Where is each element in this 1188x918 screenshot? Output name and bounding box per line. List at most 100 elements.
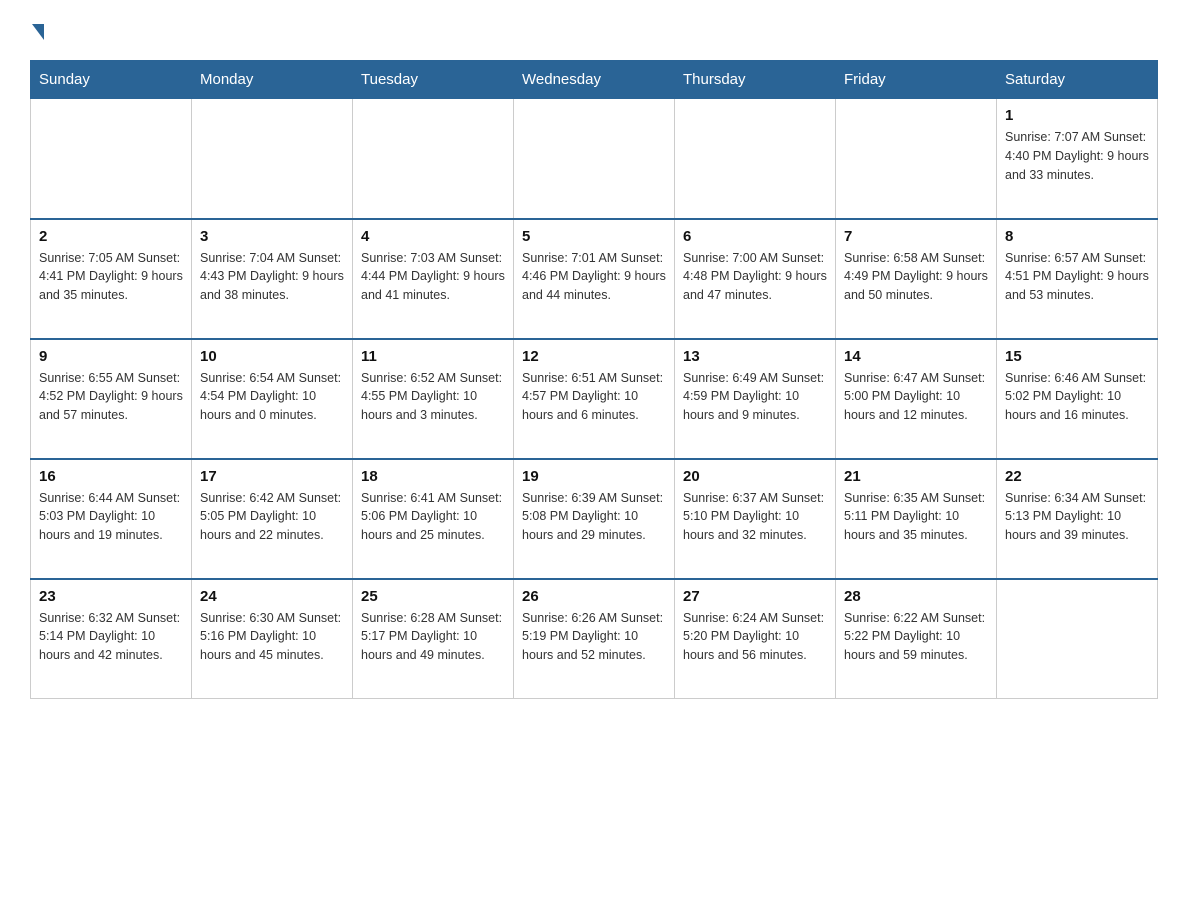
calendar-cell: 16 Sunrise: 6:44 AM Sunset: 5:03 PM Dayli… [31,459,192,579]
day-number: 15 [1005,348,1149,365]
weekday-header-sunday: Sunday [31,61,192,99]
calendar-cell: 26 Sunrise: 6:26 AM Sunset: 5:19 PM Dayli… [514,579,675,699]
calendar-cell: 5 Sunrise: 7:01 AM Sunset: 4:46 PM Daylig… [514,219,675,339]
day-info: Sunrise: 6:26 AM Sunset: 5:19 PM Dayligh… [522,609,666,665]
calendar-cell: 9 Sunrise: 6:55 AM Sunset: 4:52 PM Daylig… [31,339,192,459]
day-number: 27 [683,588,827,605]
calendar-cell: 18 Sunrise: 6:41 AM Sunset: 5:06 PM Dayli… [353,459,514,579]
calendar-cell: 21 Sunrise: 6:35 AM Sunset: 5:11 PM Dayli… [836,459,997,579]
day-number: 6 [683,228,827,245]
day-info: Sunrise: 6:30 AM Sunset: 5:16 PM Dayligh… [200,609,344,665]
day-number: 19 [522,468,666,485]
calendar-cell: 6 Sunrise: 7:00 AM Sunset: 4:48 PM Daylig… [675,219,836,339]
weekday-header-monday: Monday [192,61,353,99]
day-info: Sunrise: 6:57 AM Sunset: 4:51 PM Dayligh… [1005,249,1149,305]
day-number: 14 [844,348,988,365]
day-info: Sunrise: 6:51 AM Sunset: 4:57 PM Dayligh… [522,369,666,425]
day-number: 24 [200,588,344,605]
calendar-cell: 27 Sunrise: 6:24 AM Sunset: 5:20 PM Dayli… [675,579,836,699]
day-info: Sunrise: 6:37 AM Sunset: 5:10 PM Dayligh… [683,489,827,545]
day-info: Sunrise: 6:42 AM Sunset: 5:05 PM Dayligh… [200,489,344,545]
day-info: Sunrise: 6:32 AM Sunset: 5:14 PM Dayligh… [39,609,183,665]
calendar-cell [514,99,675,219]
logo-arrow-icon [32,24,44,40]
calendar-cell: 13 Sunrise: 6:49 AM Sunset: 4:59 PM Dayli… [675,339,836,459]
day-number: 20 [683,468,827,485]
day-info: Sunrise: 7:07 AM Sunset: 4:40 PM Dayligh… [1005,128,1149,184]
calendar-cell: 15 Sunrise: 6:46 AM Sunset: 5:02 PM Dayli… [997,339,1158,459]
day-info: Sunrise: 6:24 AM Sunset: 5:20 PM Dayligh… [683,609,827,665]
day-number: 17 [200,468,344,485]
day-number: 16 [39,468,183,485]
calendar-cell: 10 Sunrise: 6:54 AM Sunset: 4:54 PM Dayli… [192,339,353,459]
day-info: Sunrise: 7:00 AM Sunset: 4:48 PM Dayligh… [683,249,827,305]
day-number: 18 [361,468,505,485]
day-number: 10 [200,348,344,365]
day-info: Sunrise: 6:49 AM Sunset: 4:59 PM Dayligh… [683,369,827,425]
calendar-cell [192,99,353,219]
weekday-header-friday: Friday [836,61,997,99]
calendar-cell: 22 Sunrise: 6:34 AM Sunset: 5:13 PM Dayli… [997,459,1158,579]
day-number: 26 [522,588,666,605]
day-info: Sunrise: 6:22 AM Sunset: 5:22 PM Dayligh… [844,609,988,665]
calendar-cell: 14 Sunrise: 6:47 AM Sunset: 5:00 PM Dayli… [836,339,997,459]
calendar-table: SundayMondayTuesdayWednesdayThursdayFrid… [30,60,1158,699]
day-info: Sunrise: 6:39 AM Sunset: 5:08 PM Dayligh… [522,489,666,545]
calendar-cell: 7 Sunrise: 6:58 AM Sunset: 4:49 PM Daylig… [836,219,997,339]
day-info: Sunrise: 6:47 AM Sunset: 5:00 PM Dayligh… [844,369,988,425]
calendar-cell: 25 Sunrise: 6:28 AM Sunset: 5:17 PM Dayli… [353,579,514,699]
calendar-cell: 17 Sunrise: 6:42 AM Sunset: 5:05 PM Dayli… [192,459,353,579]
day-info: Sunrise: 6:58 AM Sunset: 4:49 PM Dayligh… [844,249,988,305]
calendar-cell [31,99,192,219]
day-info: Sunrise: 6:41 AM Sunset: 5:06 PM Dayligh… [361,489,505,545]
day-info: Sunrise: 7:01 AM Sunset: 4:46 PM Dayligh… [522,249,666,305]
day-number: 3 [200,228,344,245]
calendar-cell: 2 Sunrise: 7:05 AM Sunset: 4:41 PM Daylig… [31,219,192,339]
calendar-cell: 11 Sunrise: 6:52 AM Sunset: 4:55 PM Dayli… [353,339,514,459]
day-info: Sunrise: 7:04 AM Sunset: 4:43 PM Dayligh… [200,249,344,305]
logo [30,20,44,40]
day-number: 1 [1005,107,1149,124]
day-number: 8 [1005,228,1149,245]
day-info: Sunrise: 6:54 AM Sunset: 4:54 PM Dayligh… [200,369,344,425]
calendar-cell: 4 Sunrise: 7:03 AM Sunset: 4:44 PM Daylig… [353,219,514,339]
day-info: Sunrise: 6:28 AM Sunset: 5:17 PM Dayligh… [361,609,505,665]
page-header [30,20,1158,40]
day-info: Sunrise: 6:44 AM Sunset: 5:03 PM Dayligh… [39,489,183,545]
calendar-cell: 8 Sunrise: 6:57 AM Sunset: 4:51 PM Daylig… [997,219,1158,339]
day-number: 7 [844,228,988,245]
day-info: Sunrise: 7:03 AM Sunset: 4:44 PM Dayligh… [361,249,505,305]
calendar-cell: 19 Sunrise: 6:39 AM Sunset: 5:08 PM Dayli… [514,459,675,579]
day-number: 28 [844,588,988,605]
calendar-cell [836,99,997,219]
calendar-cell: 20 Sunrise: 6:37 AM Sunset: 5:10 PM Dayli… [675,459,836,579]
day-number: 22 [1005,468,1149,485]
weekday-header-thursday: Thursday [675,61,836,99]
calendar-cell: 23 Sunrise: 6:32 AM Sunset: 5:14 PM Dayli… [31,579,192,699]
day-info: Sunrise: 6:52 AM Sunset: 4:55 PM Dayligh… [361,369,505,425]
day-info: Sunrise: 6:35 AM Sunset: 5:11 PM Dayligh… [844,489,988,545]
day-number: 25 [361,588,505,605]
day-number: 2 [39,228,183,245]
day-info: Sunrise: 6:55 AM Sunset: 4:52 PM Dayligh… [39,369,183,425]
calendar-cell [353,99,514,219]
day-number: 9 [39,348,183,365]
day-number: 23 [39,588,183,605]
weekday-header-tuesday: Tuesday [353,61,514,99]
weekday-header-saturday: Saturday [997,61,1158,99]
day-number: 12 [522,348,666,365]
day-info: Sunrise: 7:05 AM Sunset: 4:41 PM Dayligh… [39,249,183,305]
day-number: 4 [361,228,505,245]
day-number: 21 [844,468,988,485]
calendar-cell: 12 Sunrise: 6:51 AM Sunset: 4:57 PM Dayli… [514,339,675,459]
calendar-cell: 28 Sunrise: 6:22 AM Sunset: 5:22 PM Dayli… [836,579,997,699]
day-number: 13 [683,348,827,365]
day-info: Sunrise: 6:46 AM Sunset: 5:02 PM Dayligh… [1005,369,1149,425]
calendar-cell: 3 Sunrise: 7:04 AM Sunset: 4:43 PM Daylig… [192,219,353,339]
calendar-cell [997,579,1158,699]
calendar-cell: 24 Sunrise: 6:30 AM Sunset: 5:16 PM Dayli… [192,579,353,699]
day-number: 11 [361,348,505,365]
day-info: Sunrise: 6:34 AM Sunset: 5:13 PM Dayligh… [1005,489,1149,545]
calendar-cell: 1 Sunrise: 7:07 AM Sunset: 4:40 PM Daylig… [997,99,1158,219]
day-number: 5 [522,228,666,245]
